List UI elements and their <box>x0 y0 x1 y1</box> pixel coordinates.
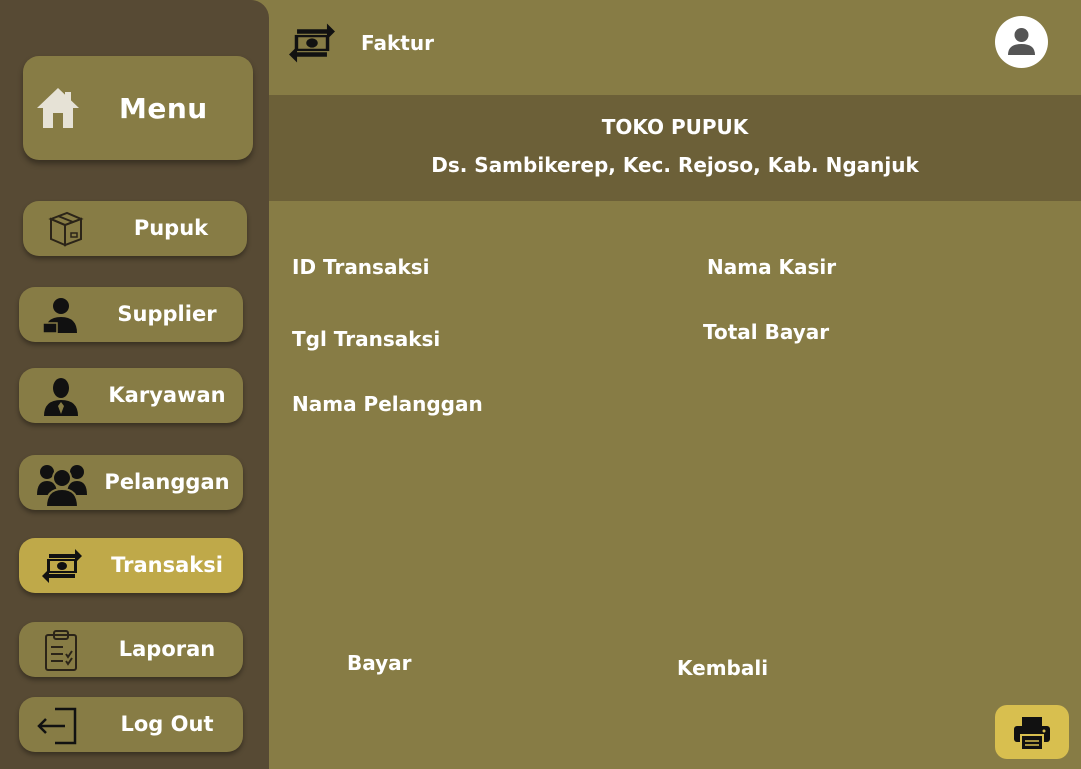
sidebar-item-label: Pelanggan <box>104 470 230 494</box>
bayar-label: Bayar <box>347 651 412 675</box>
menu-header: Menu <box>23 56 253 160</box>
box-icon <box>45 209 85 249</box>
nama-pelanggan-label: Nama Pelanggan <box>292 392 483 416</box>
money-exchange-icon <box>41 546 82 586</box>
sidebar-item-supplier[interactable]: Supplier <box>19 287 243 342</box>
user-icon <box>1008 28 1035 55</box>
menu-label: Menu <box>119 92 208 125</box>
money-exchange-icon <box>287 20 337 70</box>
group-icon <box>37 463 87 508</box>
page-title: Faktur <box>361 31 434 55</box>
home-icon <box>35 86 81 134</box>
kembali-label: Kembali <box>677 656 769 680</box>
print-button[interactable] <box>995 705 1069 759</box>
sidebar-item-label: Log Out <box>120 712 214 736</box>
supplier-icon <box>41 295 81 335</box>
sidebar-item-karyawan[interactable]: Karyawan <box>19 368 243 423</box>
sidebar-item-label: Transaksi <box>111 553 223 577</box>
id-transaksi-label: ID Transaksi <box>292 255 430 279</box>
total-bayar-label: Total Bayar <box>703 320 830 344</box>
sidebar-item-logout[interactable]: Log Out <box>19 697 243 752</box>
store-address: Ds. Sambikerep, Kec. Rejoso, Kab. Nganju… <box>431 153 919 177</box>
sidebar-item-transaksi[interactable]: Transaksi <box>19 538 243 593</box>
nama-kasir-label: Nama Kasir <box>707 255 837 279</box>
sidebar-item-label: Karyawan <box>108 383 226 407</box>
sidebar-item-pelanggan[interactable]: Pelanggan <box>19 455 243 510</box>
store-name: TOKO PUPUK <box>601 115 749 139</box>
sidebar-item-pupuk[interactable]: Pupuk <box>23 201 247 256</box>
sidebar-item-label: Pupuk <box>133 216 209 240</box>
employee-icon <box>41 376 81 416</box>
tgl-transaksi-label: Tgl Transaksi <box>292 327 441 351</box>
clipboard-icon <box>41 630 81 671</box>
sidebar-item-label: Laporan <box>118 637 216 661</box>
sidebar-item-label: Supplier <box>117 302 217 326</box>
top-bar: Faktur <box>269 0 1081 95</box>
store-info-band: TOKO PUPUK Ds. Sambikerep, Kec. Rejoso, … <box>269 95 1081 201</box>
sidebar-item-laporan[interactable]: Laporan <box>19 622 243 677</box>
user-avatar[interactable] <box>995 16 1048 68</box>
sidebar: Menu Pupuk Supplier Karyawan Pelanggan T… <box>0 0 269 769</box>
logout-icon <box>37 705 81 745</box>
printer-icon <box>1014 717 1050 751</box>
